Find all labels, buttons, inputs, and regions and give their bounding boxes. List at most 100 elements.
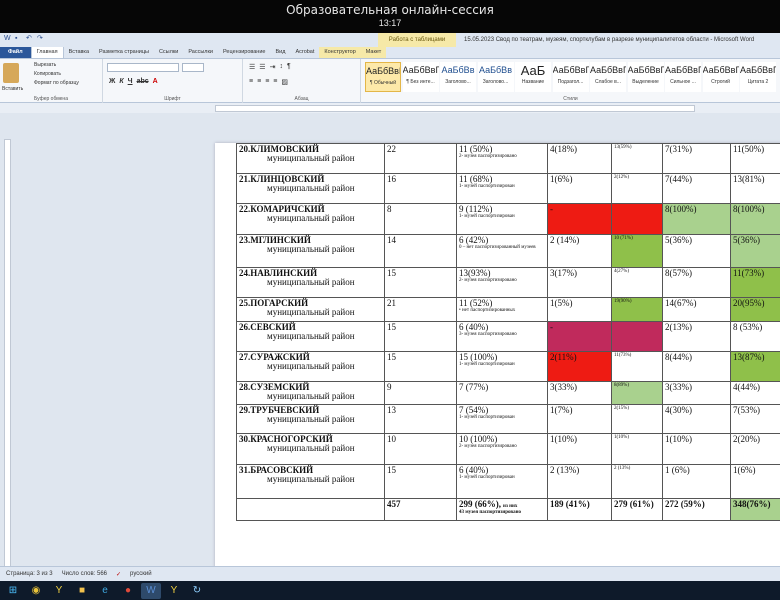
style-item[interactable]: АаБбВвГг ¶ Без инте... [402, 62, 439, 92]
sport-cell[interactable]: 3(33%) [662, 381, 731, 405]
theatres-cell[interactable]: 2 (14%) [547, 234, 612, 268]
count-cell[interactable]: 9 [384, 381, 457, 405]
tab-review[interactable]: Рецензирование [218, 47, 270, 58]
count-cell[interactable]: 15 [384, 267, 457, 298]
save-icon[interactable]: ▪ [15, 35, 22, 42]
sport-cell[interactable]: 14(67%) [662, 297, 731, 322]
style-item[interactable]: АаБбВвГ Подзагол... [552, 62, 589, 92]
sport-cell[interactable]: 2(13%) [662, 321, 731, 352]
total-cell[interactable]: 13(87%) [730, 351, 780, 382]
sport-cell[interactable]: 7(44%) [662, 173, 731, 204]
district-name-cell[interactable]: 29.ТРУБЧЕВСКИЙ муниципальный район [236, 404, 385, 434]
count-cell[interactable]: 15 [384, 351, 457, 382]
sport-cell[interactable]: 8(100%) [662, 203, 731, 235]
format-painter-button[interactable]: Формат по образцу [34, 80, 79, 86]
style-item[interactable]: АаБбВвГг Сильное ... [665, 62, 701, 92]
total-museums-cell[interactable]: 299 (66%), из них 43 музея паспортизирован… [456, 498, 548, 521]
italic-button[interactable]: К [119, 78, 123, 85]
museums-cell[interactable]: 15 (100%) 1- музей паспортизирован [456, 351, 548, 382]
clubs-cell[interactable]: 2(12%) [611, 173, 663, 204]
style-item[interactable]: АаБбВв Заголово... [477, 62, 514, 92]
count-cell[interactable]: 21 [384, 297, 457, 322]
theatres-cell[interactable]: 2(11%) [547, 351, 612, 382]
tab-view[interactable]: Вид [270, 47, 290, 58]
redo-icon[interactable]: ↷ [37, 35, 44, 42]
district-name-cell[interactable]: 24.НАВЛИНСКИЙ муниципальный район [236, 267, 385, 298]
clubs-cell[interactable]: 4(27%) [611, 267, 663, 298]
theatres-cell[interactable]: 2 (13%) [547, 464, 612, 499]
district-name-cell[interactable]: 26.СЕВСКИЙ муниципальный район [236, 321, 385, 352]
horizontal-ruler[interactable] [215, 105, 695, 112]
total-cell[interactable]: 2(20%) [730, 433, 780, 465]
count-cell[interactable]: 15 [384, 321, 457, 352]
theatres-cell[interactable]: 1(7%) [547, 404, 612, 434]
underline-button[interactable]: Ч [128, 78, 133, 85]
shading-icon[interactable]: ▨ [281, 78, 288, 86]
museums-cell[interactable]: 10 (100%) 2- музея паспортизировано [456, 433, 548, 465]
folder-icon[interactable]: ■ [72, 583, 92, 599]
app-icon[interactable]: ● [118, 583, 138, 599]
museums-cell[interactable]: 9 (112%) 1- музей паспортизирован [456, 203, 548, 235]
museums-cell[interactable]: 6 (40%) 3- музея паспортизировано [456, 321, 548, 352]
total-cell[interactable]: 11(73%) [730, 267, 780, 298]
clubs-cell[interactable]: 8(89%) [611, 381, 663, 405]
copy-button[interactable]: Копировать [34, 71, 79, 77]
total-cell[interactable]: 11(50%) [730, 143, 780, 174]
count-cell[interactable]: 15 [384, 464, 457, 499]
paste-button[interactable]: Вставить [2, 86, 23, 92]
tab-layout[interactable]: Макет [360, 47, 387, 58]
font-color-button[interactable]: A [153, 78, 158, 85]
district-name-cell[interactable]: 21.КЛИНЦОВСКИЙ муниципальный район [236, 173, 385, 204]
style-item[interactable]: АаБбВвГг Слабое в... [590, 62, 626, 92]
theatres-cell[interactable]: 3(33%) [547, 381, 612, 405]
total-cell[interactable]: 5(36%) [730, 234, 780, 268]
district-name-cell[interactable]: 27.СУРАЖСКИЙ муниципальный район [236, 351, 385, 382]
chrome-icon[interactable]: ◉ [26, 583, 46, 599]
tab-insert[interactable]: Вставка [64, 47, 94, 58]
museums-cell[interactable]: 7 (77%) [456, 381, 548, 405]
tab-page-layout[interactable]: Разметка страницы [94, 47, 154, 58]
total-all-cell[interactable]: 348(76%) [730, 498, 780, 521]
align-left-icon[interactable]: ≡ [249, 78, 253, 86]
museums-cell[interactable]: 6 (40%) 1- музей паспортизирован [456, 464, 548, 499]
tab-design[interactable]: Конструктор [319, 47, 361, 58]
clubs-cell[interactable]: 19(90%) [611, 297, 663, 322]
sport-cell[interactable]: 5(36%) [662, 234, 731, 268]
total-theatres-cell[interactable]: 189 (41%) [547, 498, 612, 521]
style-item[interactable]: АаБбВвГг ¶ Обычный [365, 62, 401, 92]
start-icon[interactable]: ⊞ [3, 583, 23, 599]
total-count-cell[interactable]: 457 [384, 498, 457, 521]
theatres-cell[interactable]: 3(17%) [547, 267, 612, 298]
total-cell[interactable]: 20(95%) [730, 297, 780, 322]
museums-cell[interactable]: 11 (50%) 2- музея паспортизировано [456, 143, 548, 174]
museums-cell[interactable]: 11 (52%) • нет паспортизированных [456, 297, 548, 322]
total-sport-cell[interactable]: 272 (59%) [662, 498, 731, 521]
numbering-icon[interactable]: ☰ [259, 63, 265, 71]
theatres-cell[interactable]: - [547, 321, 612, 352]
bullets-icon[interactable]: ☰ [249, 63, 255, 71]
total-cell[interactable]: 13(81%) [730, 173, 780, 204]
clubs-cell[interactable] [611, 203, 663, 235]
style-item[interactable]: АаБбВвГ Цитата 2 [740, 62, 776, 92]
browser-icon[interactable]: Y [164, 583, 184, 599]
strikethrough-button[interactable]: abc [137, 78, 149, 85]
align-center-icon[interactable]: ≡ [257, 78, 261, 86]
museums-cell[interactable]: 6 (42%) 0 – нет паспортизированный музеев [456, 234, 548, 268]
theatres-cell[interactable]: 1(10%) [547, 433, 612, 465]
refresh-icon[interactable]: ↻ [187, 583, 207, 599]
tab-home[interactable]: Главная [30, 46, 64, 58]
tab-references[interactable]: Ссылки [154, 47, 183, 58]
spellcheck-icon[interactable]: ✓ [116, 571, 121, 578]
clubs-cell[interactable]: 1(10%) [611, 433, 663, 465]
word-taskbar-icon[interactable]: W [141, 582, 161, 599]
undo-icon[interactable]: ↶ [26, 35, 33, 42]
font-name-field[interactable] [107, 63, 179, 72]
district-name-cell[interactable]: 28.СУЗЕМСКИЙ муниципальный район [236, 381, 385, 405]
theatres-cell[interactable]: 4(18%) [547, 143, 612, 174]
district-name-cell[interactable]: 31.БРАСОВСКИЙ муниципальный район [236, 464, 385, 499]
sort-icon[interactable]: ↕ [279, 63, 283, 71]
total-cell[interactable]: 7(53%) [730, 404, 780, 434]
align-right-icon[interactable]: ≡ [265, 78, 269, 86]
total-cell[interactable]: 1(6%) [730, 464, 780, 499]
paste-icon[interactable] [3, 63, 19, 83]
